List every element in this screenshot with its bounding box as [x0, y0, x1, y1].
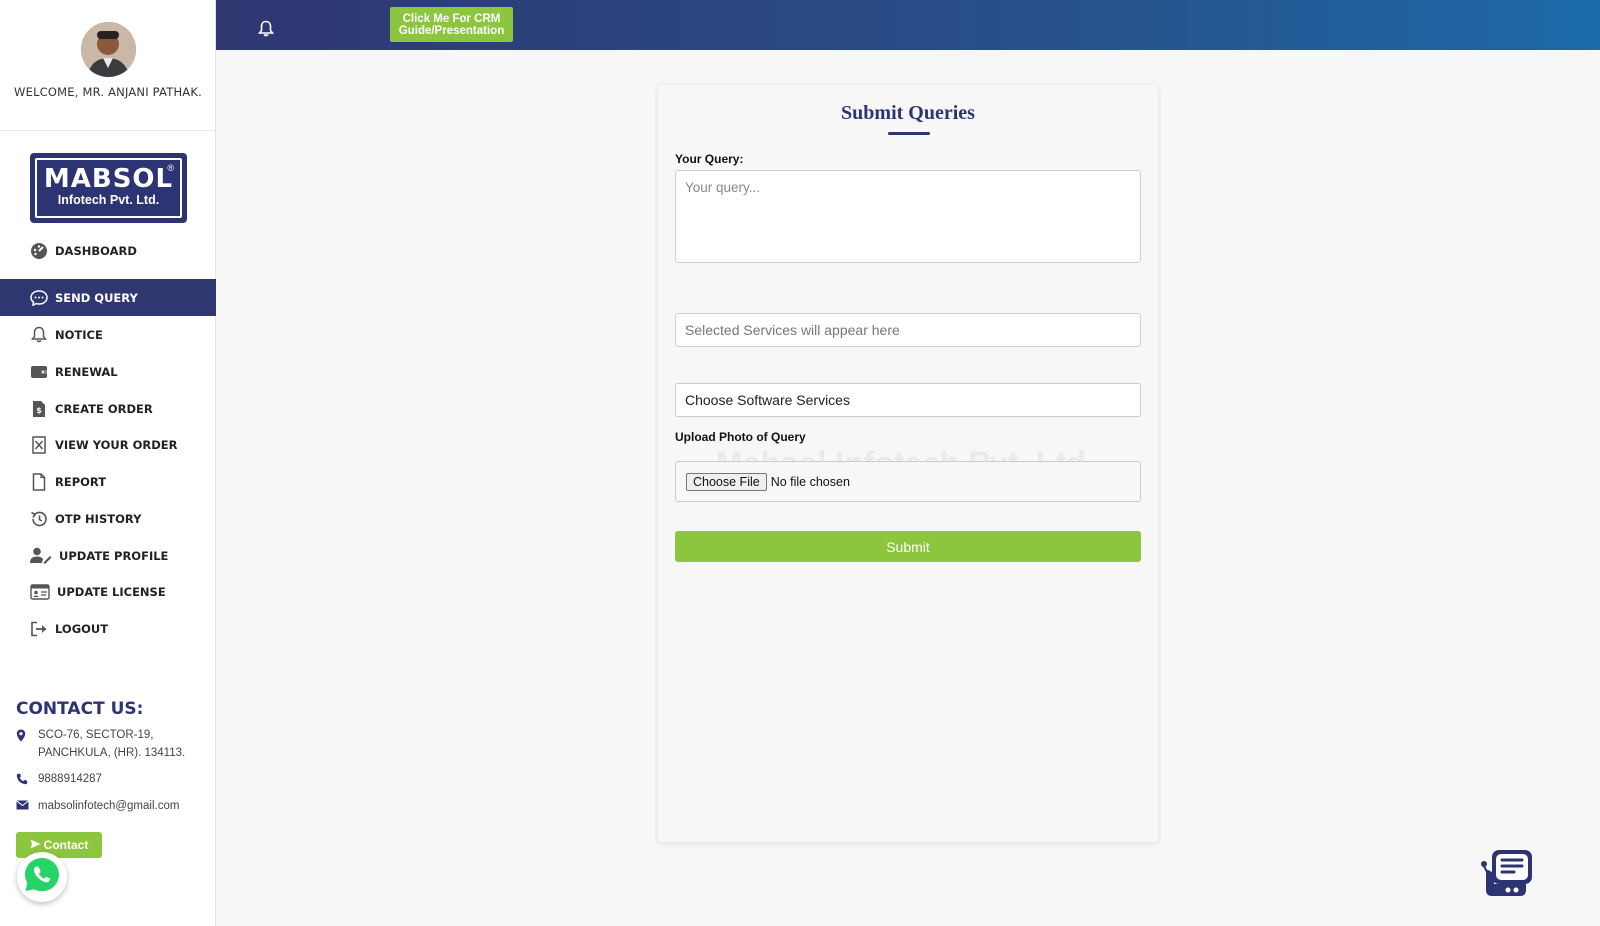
- address-line-1: SCO-76, SECTOR-19,: [38, 729, 154, 741]
- address-line-2: PANCHKULA, (HR). 134113.: [38, 747, 186, 759]
- top-header: Click Me For CRM Guide/Presentation: [216, 0, 1600, 50]
- phone-icon: [16, 770, 38, 788]
- crm-button-line-1: Click Me For CRM: [402, 13, 501, 25]
- whatsapp-icon: [23, 856, 61, 899]
- svg-text:$: $: [36, 406, 42, 415]
- sidebar-item-update-license[interactable]: UPDATE LICENSE: [0, 573, 216, 610]
- phone-number[interactable]: 9888914287: [38, 770, 102, 788]
- chatbot-button[interactable]: [1480, 848, 1536, 900]
- welcome-text: WELCOME, MR. ANJANI PATHAK.: [14, 85, 202, 99]
- logo-main-text: MABSOL: [43, 164, 174, 194]
- sidebar-item-notice[interactable]: NOTICE: [0, 316, 216, 353]
- sidebar-item-label: LOGOUT: [55, 621, 109, 636]
- contact-title: CONTACT US:: [16, 699, 144, 719]
- sidebar-item-label: VIEW YOUR ORDER: [55, 437, 178, 452]
- crm-button-line-2: Guide/Presentation: [398, 25, 505, 37]
- sidebar-item-renewal[interactable]: RENEWAL: [0, 353, 216, 390]
- sidebar-item-dashboard[interactable]: DASHBOARD: [0, 232, 216, 269]
- sidebar-item-label: DASHBOARD: [55, 243, 137, 258]
- sidebar: WELCOME, MR. ANJANI PATHAK. MABSOL ® Inf…: [0, 0, 216, 926]
- submit-button[interactable]: Submit: [675, 531, 1141, 562]
- submit-query-card: Submit Queries Your Query: Your query...…: [658, 85, 1158, 842]
- sidebar-item-label: UPDATE LICENSE: [57, 584, 166, 599]
- sidebar-item-label: OTP HISTORY: [55, 511, 142, 526]
- file-upload-field: Choose File No file chosen: [675, 461, 1141, 502]
- query-label: Your Query:: [675, 152, 744, 166]
- location-pin-icon: [16, 726, 38, 762]
- selected-services-field[interactable]: Selected Services will appear here: [675, 313, 1141, 347]
- contact-button-label: Contact: [43, 838, 89, 852]
- choose-file-button[interactable]: Choose File: [686, 472, 767, 491]
- sidebar-item-label: RENEWAL: [55, 364, 118, 379]
- contact-button[interactable]: Contact: [16, 832, 102, 858]
- sidebar-item-view-your-order[interactable]: VIEW YOUR ORDER: [0, 426, 216, 463]
- mail-icon: [16, 797, 38, 815]
- sidebar-item-label: NOTICE: [55, 327, 103, 342]
- send-icon: [30, 838, 41, 852]
- user-edit-icon: [29, 547, 53, 565]
- bell-icon: [29, 326, 49, 344]
- history-icon: [29, 510, 49, 528]
- profile-section: WELCOME, MR. ANJANI PATHAK.: [0, 0, 215, 131]
- sidebar-item-label: SEND QUERY: [55, 290, 138, 305]
- sidebar-item-label: CREATE ORDER: [55, 401, 153, 416]
- sidebar-item-send-query[interactable]: SEND QUERY: [0, 279, 216, 316]
- form-title: Submit Queries: [841, 102, 975, 124]
- logo-sub-text: Infotech Pvt. Ltd.: [57, 193, 160, 207]
- sidebar-item-label: UPDATE PROFILE: [59, 548, 169, 563]
- invoice-icon: $: [29, 400, 49, 418]
- sidebar-item-create-order[interactable]: $ CREATE ORDER: [0, 390, 216, 427]
- contact-address: SCO-76, SECTOR-19, PANCHKULA, (HR). 1341…: [16, 726, 185, 762]
- sidebar-item-report[interactable]: REPORT: [0, 463, 216, 500]
- crm-guide-button[interactable]: Click Me For CRM Guide/Presentation: [390, 7, 513, 42]
- chat-icon: [29, 289, 49, 307]
- query-textarea[interactable]: Your query...: [675, 170, 1141, 263]
- sidebar-item-label: REPORT: [55, 474, 107, 489]
- upload-label: Upload Photo of Query: [675, 430, 806, 444]
- sidebar-item-otp-history[interactable]: OTP HISTORY: [0, 500, 216, 537]
- file-icon: [29, 472, 49, 491]
- whatsapp-button[interactable]: [17, 852, 67, 902]
- dashboard-icon: [29, 242, 49, 260]
- document-x-icon: [29, 435, 49, 454]
- contact-phone: 9888914287: [16, 770, 102, 788]
- bell-icon[interactable]: [257, 20, 275, 42]
- email-address[interactable]: mabsolinfotech@gmail.com: [38, 797, 179, 815]
- registered-icon: ®: [167, 163, 174, 173]
- chatbot-icon: [1480, 850, 1536, 904]
- title-underline: [888, 132, 930, 135]
- company-logo[interactable]: MABSOL ® Infotech Pvt. Ltd.: [30, 153, 187, 223]
- sidebar-item-update-profile[interactable]: UPDATE PROFILE: [0, 537, 216, 574]
- software-services-select[interactable]: Choose Software Services: [675, 383, 1141, 417]
- sidebar-item-logout[interactable]: LOGOUT: [0, 610, 216, 647]
- file-status: No file chosen: [770, 474, 850, 489]
- contact-email: mabsolinfotech@gmail.com: [16, 797, 179, 815]
- id-card-icon: [29, 583, 51, 601]
- wallet-icon: [29, 363, 49, 381]
- logout-icon: [29, 620, 49, 638]
- avatar: [81, 22, 136, 77]
